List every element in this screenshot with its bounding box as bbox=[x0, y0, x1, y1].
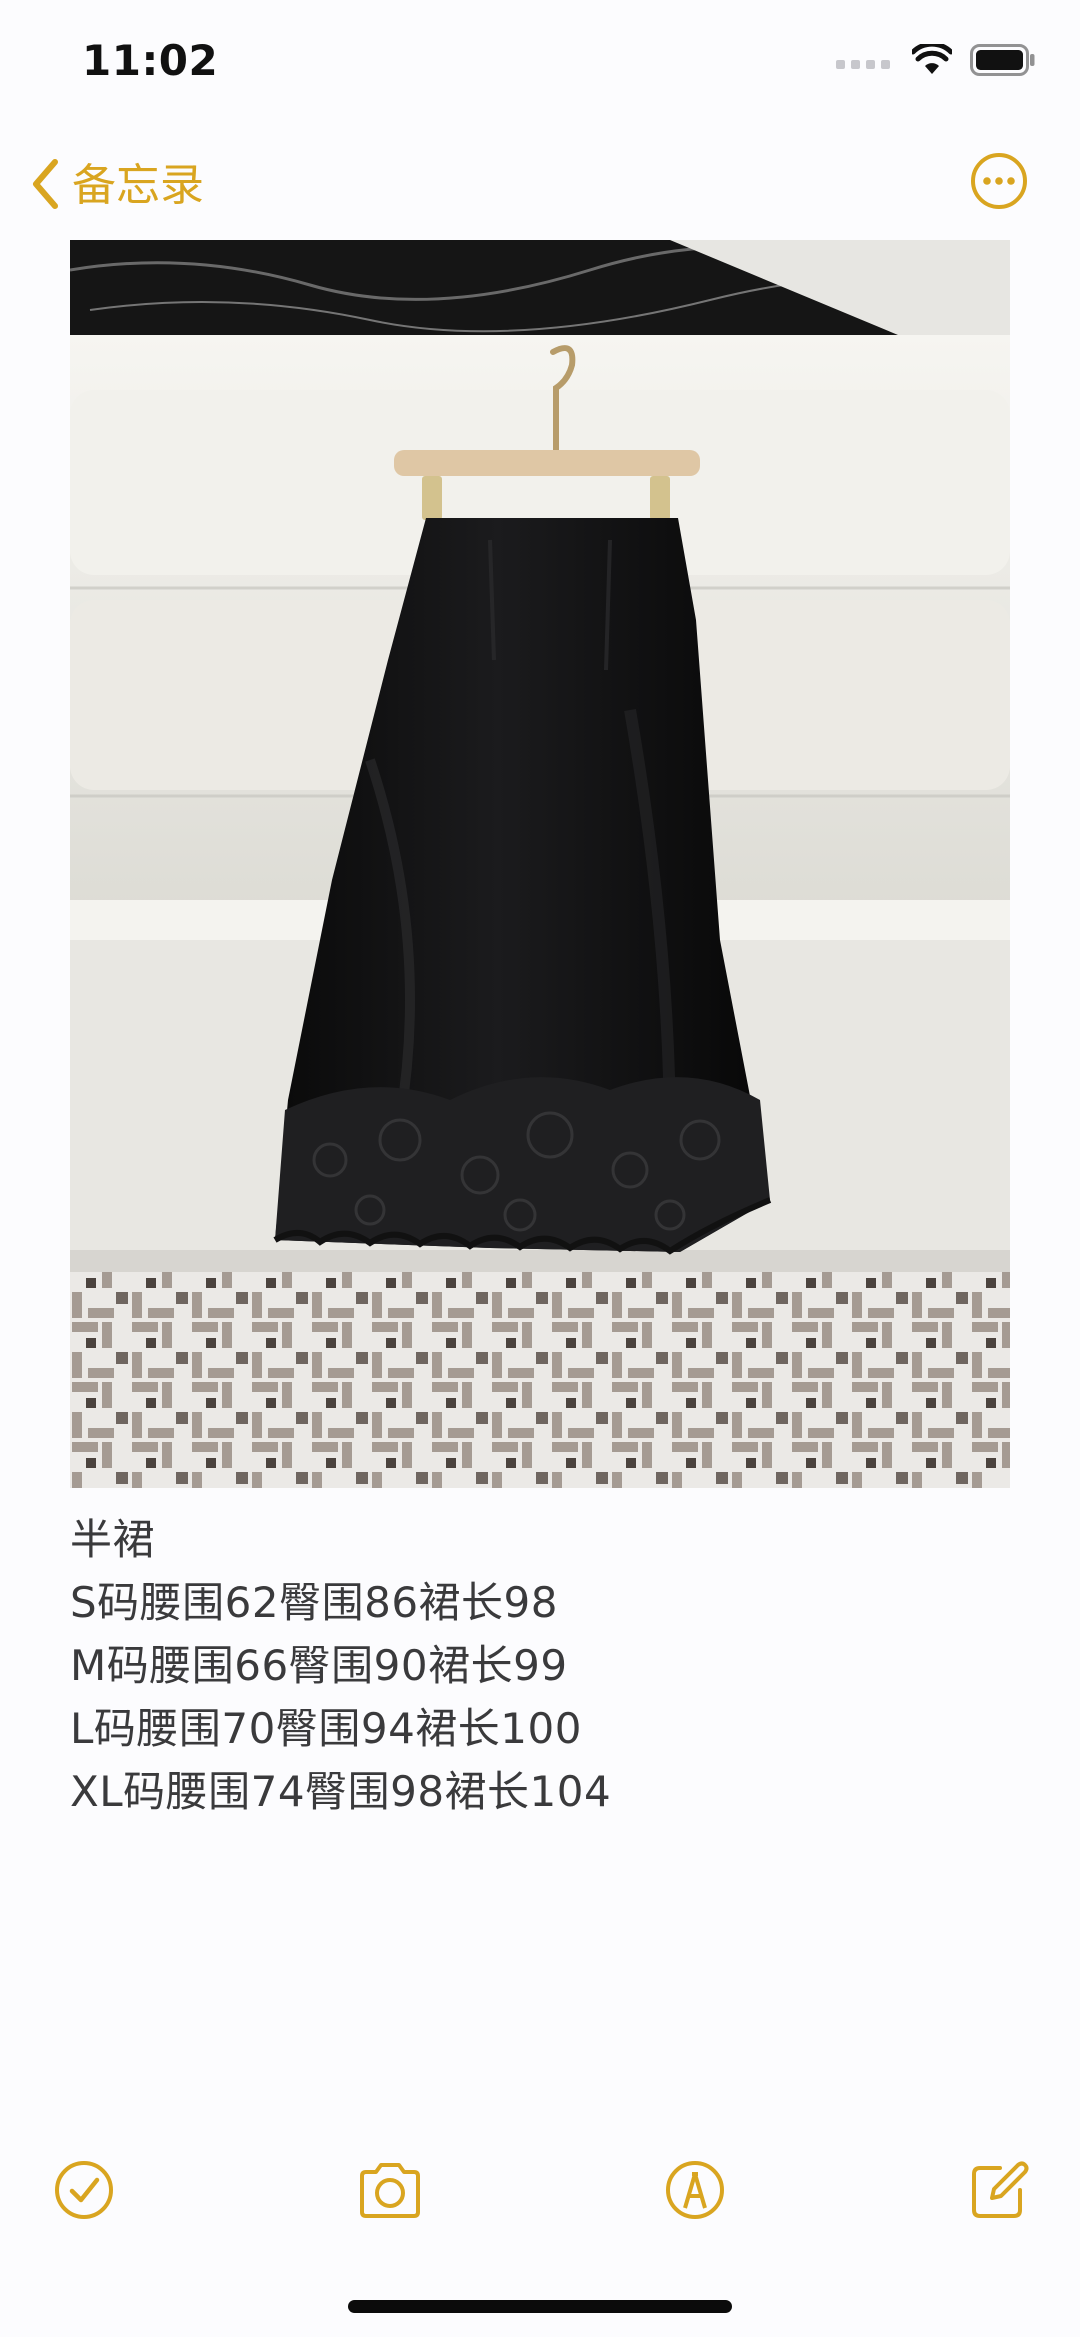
skirt-photo bbox=[70, 240, 1010, 1488]
note-line-size-s: S码腰围62臀围86裙长98 bbox=[70, 1578, 558, 1627]
compose-icon bbox=[972, 2161, 1029, 2218]
chevron-left-icon bbox=[30, 158, 60, 214]
back-button[interactable]: 备忘录 bbox=[30, 158, 204, 214]
more-button[interactable] bbox=[970, 152, 1028, 210]
checklist-button[interactable] bbox=[52, 2158, 116, 2222]
camera-icon bbox=[360, 2163, 420, 2218]
compose-button[interactable] bbox=[966, 2158, 1030, 2222]
cellular-signal-icon bbox=[836, 51, 894, 73]
navigation-bar: 备忘录 bbox=[0, 140, 1080, 230]
status-bar: 11:02 bbox=[0, 0, 1080, 125]
wifi-icon bbox=[910, 41, 954, 80]
battery-icon bbox=[970, 44, 1036, 80]
status-time: 11:02 bbox=[82, 36, 219, 85]
markup-button[interactable] bbox=[663, 2158, 727, 2222]
note-line-size-m: M码腰围66臀围90裙长99 bbox=[70, 1641, 568, 1690]
note-photo-attachment[interactable] bbox=[70, 240, 1010, 1488]
checklist-icon bbox=[55, 2161, 113, 2219]
note-line-size-xl: XL码腰围74臀围98裙长104 bbox=[70, 1767, 612, 1816]
status-icons bbox=[836, 41, 1036, 80]
home-indicator[interactable] bbox=[348, 2300, 732, 2313]
camera-button[interactable] bbox=[354, 2158, 426, 2222]
ellipsis-circle-icon bbox=[971, 153, 1027, 209]
note-line-size-l: L码腰围70臀围94裙长100 bbox=[70, 1704, 582, 1753]
note-line-title: 半裙 bbox=[70, 1515, 156, 1564]
markup-pen-icon bbox=[666, 2161, 724, 2219]
notes-screen: 11:02 备忘录 半裙 S码腰围62臀围86裙长98 M码腰围66臀围90裙长… bbox=[0, 0, 1080, 2337]
bottom-toolbar bbox=[0, 2150, 1080, 2230]
note-body[interactable]: 半裙 S码腰围62臀围86裙长98 M码腰围66臀围90裙长99 L码腰围70臀… bbox=[70, 1508, 1010, 1823]
back-label: 备忘录 bbox=[72, 160, 204, 211]
